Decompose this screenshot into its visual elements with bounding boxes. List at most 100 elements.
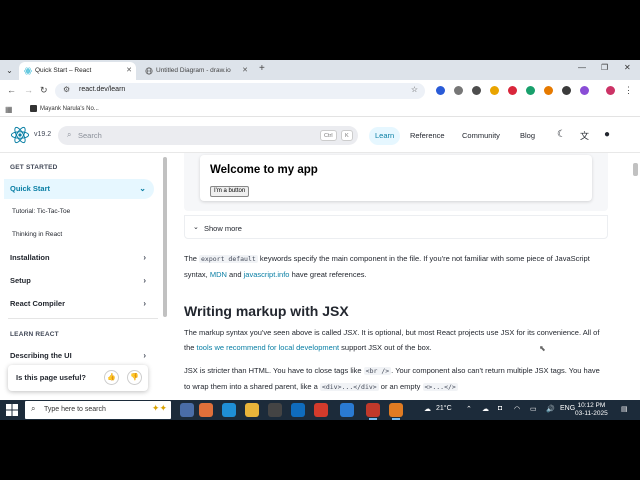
github-icon[interactable]: ● [604,129,610,140]
close-tab-icon[interactable]: ✕ [126,62,132,80]
extensions-puzzle-icon[interactable] [580,86,589,95]
chevron-down-icon: ⌄ [193,224,199,231]
sidebar-item-installation[interactable]: Installation › [4,248,154,268]
file-explorer-icon[interactable] [245,403,259,417]
chrome-icon[interactable] [314,403,328,417]
chrome-app-icon[interactable] [366,403,380,420]
inline-code: <br /> [363,367,392,375]
apps-grid-icon[interactable]: ▦ [5,105,13,114]
new-tab-icon[interactable]: + [259,63,265,74]
show-more-label: Show more [204,224,242,233]
task-view-icon[interactable] [180,403,194,417]
inline-code: export default [199,255,258,263]
extension-icon[interactable] [490,86,499,95]
site-info-icon[interactable]: ⚙ [63,85,70,94]
close-window-icon[interactable]: ✕ [624,63,631,72]
main-content: Welcome to my app I'm a button ⌄ Show mo… [170,153,640,395]
dark-mode-moon-icon[interactable]: ☾ [557,129,566,140]
tab-quick-start[interactable]: Quick Start – React ✕ [19,62,136,80]
kbd-ctrl: Ctrl [320,130,337,141]
clock[interactable]: 10:12 PM 03-11-2025 [575,402,608,418]
tab-search-chevron-icon[interactable]: ⌄ [3,64,16,77]
volume-icon[interactable]: 🔊 [546,405,555,413]
search-input[interactable]: ⌕ Search Ctrl K [58,126,358,145]
translate-icon[interactable]: 文 [580,129,589,142]
show-more-button[interactable]: ⌄ Show more [184,215,608,239]
app-tray-icon[interactable]: ◘ [498,405,502,412]
copilot-icon[interactable] [199,403,213,417]
link-local-development-tools[interactable]: tools we recommend for local development [197,343,340,352]
network-icon[interactable]: ▭ [530,405,537,413]
preview-heading: Welcome to my app [210,164,318,176]
extension-icon[interactable] [472,86,481,95]
nav-learn[interactable]: Learn [369,127,401,145]
taskbar-search-placeholder: Type here to search [44,406,106,413]
omnibox[interactable]: ⚙ react.dev/learn ☆ [55,83,425,99]
profile-avatar[interactable] [606,86,615,95]
bookmark-item[interactable]: Mayank Narula's No... [30,104,99,114]
preview-button[interactable]: I'm a button [210,186,250,197]
version-label[interactable]: v19.2 [34,131,51,138]
thumbs-up-icon[interactable]: 👍 [104,370,119,385]
sidebar-item-thinking[interactable]: Thinking in React [4,225,154,245]
restore-icon[interactable]: ❐ [601,63,608,72]
code-sandbox: Welcome to my app I'm a button [184,153,608,211]
notion-icon [30,104,37,112]
sidebar-scrollbar[interactable] [163,157,167,317]
search-highlight-icon: ✦✦ [151,403,167,413]
reload-icon[interactable]: ↻ [40,85,48,96]
cloud-tray-icon[interactable]: ☁ [482,405,489,413]
bookmark-star-icon[interactable]: ☆ [411,85,418,94]
sidebar-item-setup[interactable]: Setup › [4,271,154,291]
url-text: react.dev/learn [79,86,126,93]
outlook-icon[interactable] [291,403,305,417]
sidebar-item-compiler[interactable]: React Compiler › [4,294,154,314]
sidebar-item-describing-ui[interactable]: Describing the UI › [4,346,154,366]
wifi-icon[interactable]: ◠ [514,405,520,413]
taskbar-search-input[interactable]: ⌕ Type here to search ✦✦ [25,401,171,419]
extension-icon[interactable] [454,86,463,95]
vscode-icon[interactable] [340,403,354,417]
link-javascript-info[interactable]: javascript.info [244,270,290,279]
paragraph-export-default: The export default keywords specify the … [184,254,590,279]
browser-menu-icon[interactable]: ⋮ [624,85,633,96]
notification-icon[interactable]: ▤ [621,405,628,413]
tray-chevron-icon[interactable]: ⌃ [466,405,472,413]
sidebar-item-quick-start[interactable]: Quick Start ⌄ [4,179,154,199]
tab-drawio[interactable]: Untitled Diagram - draw.io ✕ [140,62,252,80]
globe-icon [145,67,153,75]
extension-icon[interactable] [562,86,571,95]
page-scrollbar[interactable] [633,163,638,176]
edge-icon[interactable] [222,403,236,417]
extension-icon[interactable] [544,86,553,95]
nav-community[interactable]: Community [456,127,506,145]
close-tab-icon[interactable]: ✕ [242,62,248,80]
link-mdn[interactable]: MDN [210,270,227,279]
sidebar-item-tutorial[interactable]: Tutorial: Tic-Tac-Toe [4,202,154,222]
forward-icon[interactable]: → [24,85,33,95]
language-label[interactable]: ENG [560,405,575,412]
sidebar-divider [8,318,158,319]
back-icon[interactable]: ← [7,85,16,95]
temperature-label[interactable]: 21°C [436,405,452,412]
screen: ⌄ Quick Start – React ✕ Untitled Diagram… [0,60,640,420]
chrome-profile-icon[interactable] [389,403,403,420]
nav-blog[interactable]: Blog [514,127,541,145]
react-logo-icon[interactable] [10,126,30,144]
paragraph-jsx-stricter: JSX is stricter than HTML. You have to c… [184,366,600,391]
store-icon[interactable] [268,403,282,417]
section-heading-jsx: Writing markup with JSX [184,303,349,319]
nav-reference[interactable]: Reference [404,127,451,145]
weather-icon[interactable]: ☁ [424,405,431,413]
windows-taskbar: ⌕ Type here to search ✦✦ ☁ 21°C ⌃ ☁ ◘ ◠ … [0,400,640,420]
search-placeholder: Search [78,131,102,140]
windows-start-icon[interactable] [6,404,18,416]
search-icon: ⌕ [31,404,36,413]
kbd-k: K [341,130,353,141]
thumbs-down-icon[interactable]: 👎 [127,370,142,385]
minimize-icon[interactable]: — [578,63,586,72]
extension-icon[interactable] [508,86,517,95]
extension-icon[interactable] [526,86,535,95]
tab-strip: ⌄ Quick Start – React ✕ Untitled Diagram… [0,60,640,80]
extension-icon[interactable] [436,86,445,95]
